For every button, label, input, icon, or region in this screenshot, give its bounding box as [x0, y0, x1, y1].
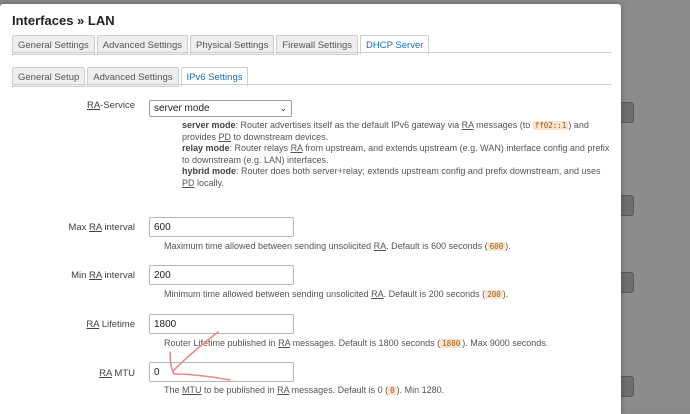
ra-lifetime-input[interactable]: 1800 [149, 314, 294, 334]
ra-mtu-label: RA MTU [99, 368, 135, 379]
max-ra-interval-input[interactable]: 600 [149, 217, 294, 237]
ra-service-select[interactable]: server mode ⌄ [149, 100, 292, 117]
ra-mtu-input[interactable]: 0 [149, 362, 294, 382]
background-control [621, 272, 634, 293]
chevron-down-icon: ⌄ [279, 103, 287, 113]
background-control [621, 102, 634, 123]
ra-service-help: server mode: Router advertises itself as… [182, 120, 610, 188]
min-ra-interval-label: Min RA interval [71, 270, 135, 281]
background-control [621, 195, 634, 216]
ra-mtu-help: The MTU to be published in RA messages. … [164, 385, 445, 395]
interface-dialog: Interfaces » LAN General Settings Advanc… [0, 4, 621, 414]
dialog-title: Interfaces » LAN [12, 13, 115, 28]
tab-divider [12, 52, 612, 53]
min-ra-interval-help: Minimum time allowed between sending uns… [164, 289, 509, 299]
background-control [621, 376, 634, 397]
subtab-divider [12, 84, 612, 85]
ra-service-label: RA-Service [86, 100, 135, 111]
min-ra-interval-input[interactable]: 200 [149, 265, 294, 285]
max-ra-interval-label: Max RA interval [68, 222, 135, 233]
ra-lifetime-help: Router Lifetime published in RA messages… [164, 338, 549, 348]
ra-lifetime-label: RA Lifetime [86, 319, 135, 330]
max-ra-interval-help: Maximum time allowed between sending uns… [164, 241, 511, 251]
